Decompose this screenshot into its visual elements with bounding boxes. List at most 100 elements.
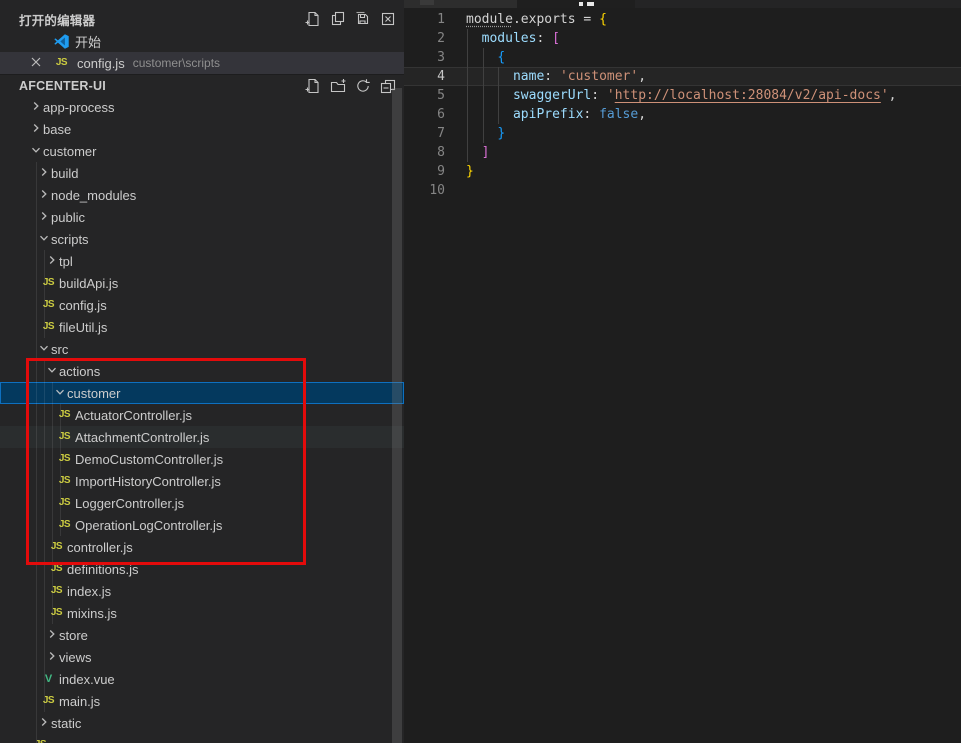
code-text: name: 'customer', [445, 67, 646, 86]
code-editor: 1module.exports = {2 modules: [3 {4 name… [404, 0, 961, 743]
new-folder-icon[interactable] [330, 78, 346, 94]
tree-item-index.js[interactable]: JSindex.js [0, 580, 404, 602]
tree-item-OperationLogController.js[interactable]: JSOperationLogController.js [0, 514, 404, 536]
code-line-4[interactable]: 4 name: 'customer', [404, 67, 961, 86]
tree-indent-guide [36, 668, 37, 690]
tree-indent-guide [36, 338, 37, 360]
code-text: apiPrefix: false, [445, 105, 646, 124]
tree-item-AttachmentController.js[interactable]: JSAttachmentController.js [0, 426, 404, 448]
code-line-3[interactable]: 3 { [404, 48, 961, 67]
tree-indent-guide [36, 316, 37, 338]
new-file-icon[interactable] [305, 78, 321, 94]
tree-item-buildApi.js[interactable]: JSbuildApi.js [0, 272, 404, 294]
tree-item-label: index.js [67, 584, 111, 599]
tree-indent-guide [36, 712, 37, 734]
tree-indent-guide [52, 558, 53, 580]
tree-indent-guide [44, 536, 45, 558]
code-line-9[interactable]: 9} [404, 162, 961, 181]
tree-item-DemoCustomController.js[interactable]: JSDemoCustomController.js [0, 448, 404, 470]
tree-item-customer[interactable]: customer [0, 140, 404, 162]
code-area[interactable]: 1module.exports = {2 modules: [3 {4 name… [404, 8, 961, 200]
line-number: 5 [404, 86, 445, 105]
tree-item-main.js[interactable]: JSmain.js [0, 690, 404, 712]
tree-item-ImportHistoryController.js[interactable]: JSImportHistoryController.js [0, 470, 404, 492]
tree-item-src[interactable]: src [0, 338, 404, 360]
tree-indent-guide [44, 316, 45, 338]
new-untitled-file-icon[interactable] [305, 11, 321, 27]
chevron-down-icon [38, 232, 50, 247]
save-all-icon[interactable] [355, 11, 371, 27]
code-line-2[interactable]: 2 modules: [ [404, 29, 961, 48]
tree-item-label: main.js [59, 694, 100, 709]
tree-item-customer[interactable]: customer [0, 382, 404, 404]
code-line-7[interactable]: 7 } [404, 124, 961, 143]
open-editor-item-开始[interactable]: 开始 [0, 30, 404, 52]
tree-item-controller.js[interactable]: JScontroller.js [0, 536, 404, 558]
tree-item-index.vue[interactable]: Vindex.vue [0, 668, 404, 690]
chevron-down-icon [30, 144, 42, 159]
tree-item-label: public [51, 210, 85, 225]
tree-item-build[interactable]: build [0, 162, 404, 184]
code-line-8[interactable]: 8 ] [404, 143, 961, 162]
line-number: 9 [404, 162, 445, 181]
tree-indent-guide [36, 272, 37, 294]
tree-item-label: ActuatorController.js [75, 408, 192, 423]
code-text: module.exports = { [445, 10, 607, 29]
chevron-right-icon [30, 122, 42, 137]
tab-glint [420, 0, 434, 5]
tree-item-label: base [43, 122, 71, 137]
line-number: 7 [404, 124, 445, 143]
tree-indent-guide [44, 448, 45, 470]
tree-indent-guide [44, 602, 45, 624]
tree-item-label: scripts [51, 232, 89, 247]
tree-item-actions[interactable]: actions [0, 360, 404, 382]
tree-item-views[interactable]: views [0, 646, 404, 668]
chevron-down-icon [38, 342, 50, 357]
tree-indent-guide [36, 558, 37, 580]
project-section-header[interactable]: AFCENTER-UI [0, 74, 404, 96]
tree-item-node_modules[interactable]: node_modules [0, 184, 404, 206]
tree-item-public[interactable]: public [0, 206, 404, 228]
open-editors-header[interactable]: 打开的编辑器 [0, 8, 404, 30]
tree-item-label: buildApi.js [59, 276, 118, 291]
tree-indent-guide [44, 360, 45, 382]
tree-item-config.js[interactable]: JSconfig.js [0, 294, 404, 316]
code-line-5[interactable]: 5 swaggerUrl: 'http://localhost:28084/v2… [404, 86, 961, 105]
tree-item-partial-file[interactable]: JS [0, 734, 404, 743]
sidebar-scrollbar[interactable] [392, 88, 402, 743]
tree-item-mixins.js[interactable]: JSmixins.js [0, 602, 404, 624]
open-editor-item-config.js[interactable]: JSconfig.jscustomer\scripts [0, 52, 404, 74]
tree-item-app-process[interactable]: app-process [0, 96, 404, 118]
tree-item-LoggerController.js[interactable]: JSLoggerController.js [0, 492, 404, 514]
tree-item-store[interactable]: store [0, 624, 404, 646]
tree-item-definitions.js[interactable]: JSdefinitions.js [0, 558, 404, 580]
split-editor-icon[interactable] [330, 11, 346, 27]
editor-tab-active-partial[interactable] [517, 0, 635, 8]
editor-tabstrip[interactable] [404, 0, 961, 8]
tree-item-ActuatorController.js[interactable]: JSActuatorController.js [0, 404, 404, 426]
code-line-1[interactable]: 1module.exports = { [404, 10, 961, 29]
line-number: 3 [404, 48, 445, 67]
tree-item-fileUtil.js[interactable]: JSfileUtil.js [0, 316, 404, 338]
tree-indent-guide [36, 162, 37, 184]
tree-indent-guide [44, 470, 45, 492]
code-line-10[interactable]: 10 [404, 181, 961, 200]
code-line-6[interactable]: 6 apiPrefix: false, [404, 105, 961, 124]
refresh-explorer-icon[interactable] [355, 78, 371, 94]
tree-indent-guide [52, 382, 53, 404]
tree-item-scripts[interactable]: scripts [0, 228, 404, 250]
tree-indent-guide [44, 294, 45, 316]
line-number: 10 [404, 181, 445, 200]
tree-indent-guide [36, 448, 37, 470]
explorer-sidebar: 打开的编辑器 开始JSconfig.jscustomer\scripts AFC… [0, 0, 404, 743]
tree-item-label: src [51, 342, 68, 357]
line-number: 4 [404, 67, 445, 86]
tree-indent-guide [52, 448, 53, 470]
tree-item-static[interactable]: static [0, 712, 404, 734]
tree-indent-guide [52, 426, 53, 448]
tree-item-tpl[interactable]: tpl [0, 250, 404, 272]
chevron-right-icon [38, 210, 50, 225]
close-editor-icon[interactable] [30, 56, 42, 71]
close-all-editors-icon[interactable] [380, 11, 396, 27]
tree-item-base[interactable]: base [0, 118, 404, 140]
